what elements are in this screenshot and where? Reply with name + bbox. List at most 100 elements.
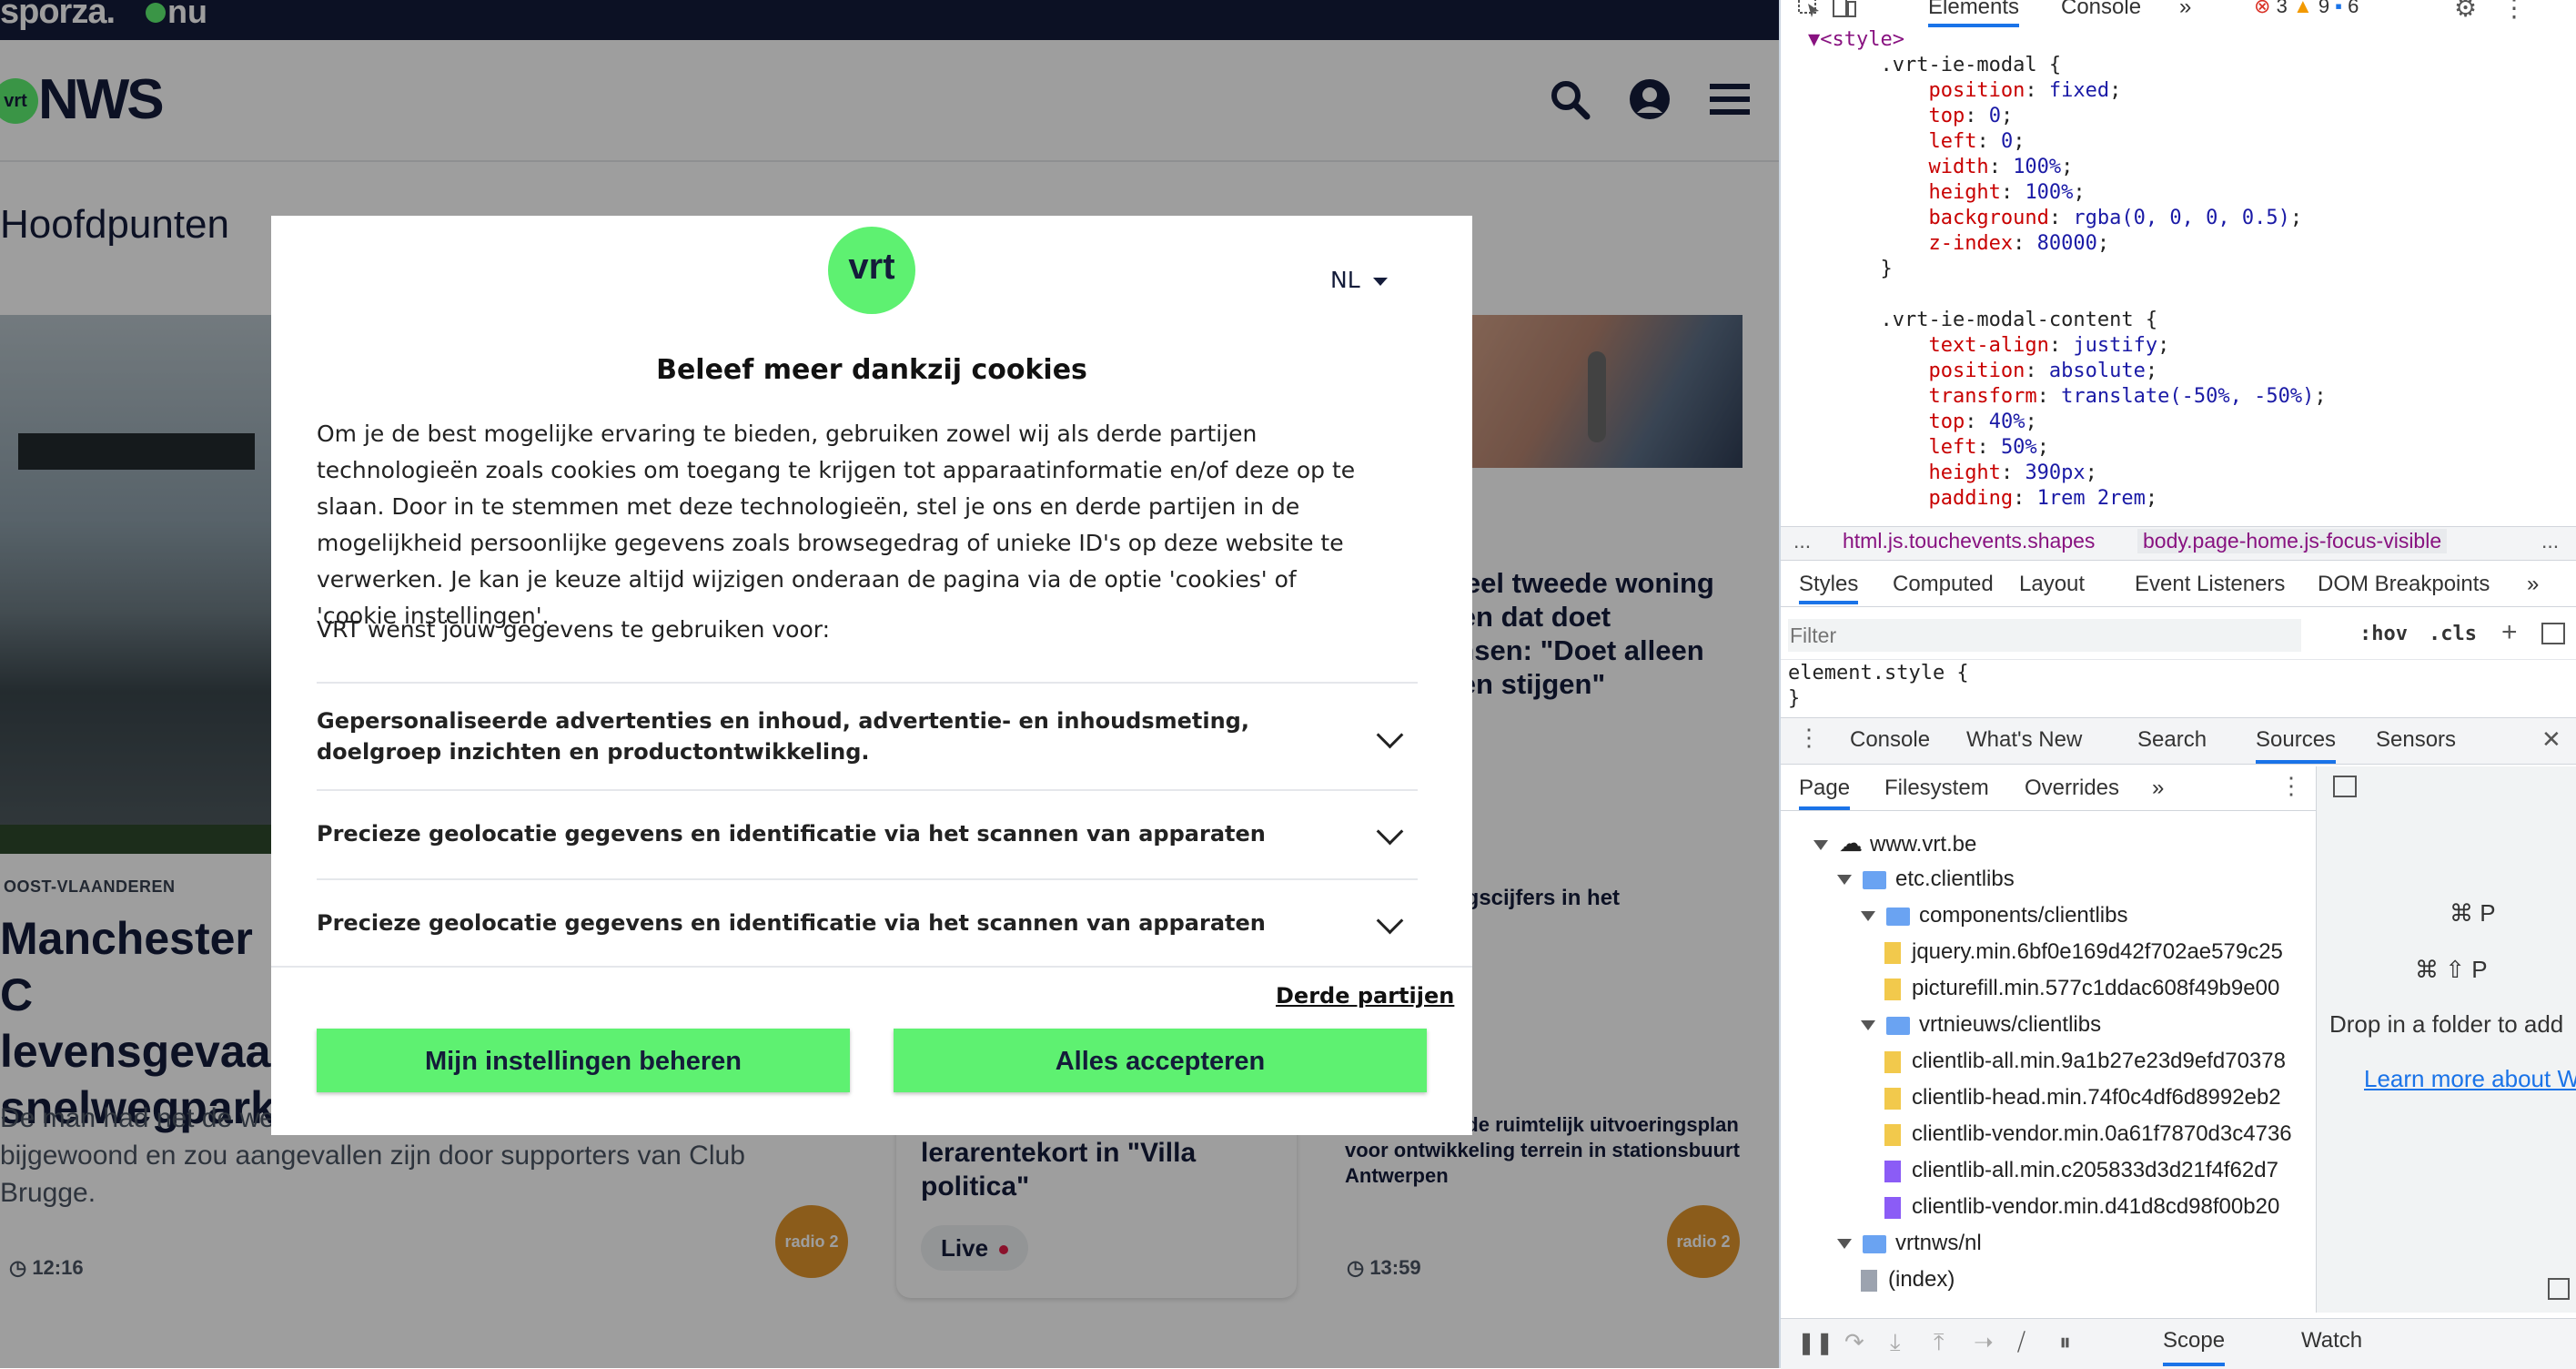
more-options-icon[interactable]: ⋮ xyxy=(2501,0,2527,23)
navigator-menu-icon[interactable]: ⋮ xyxy=(2279,772,2303,800)
breadcrumb-more[interactable]: ... xyxy=(2541,529,2559,553)
drawer-menu-icon[interactable]: ⋮ xyxy=(1797,724,1821,752)
more-tabs-button[interactable]: » xyxy=(2179,0,2191,20)
expand-triangle-icon[interactable] xyxy=(1837,1239,1852,1250)
step-icon[interactable]: ➝ xyxy=(1974,1328,1994,1356)
tree-item[interactable]: clientlib-vendor.min.0a61f7870d3c4736 xyxy=(1884,1116,2292,1152)
step-over-icon[interactable]: ↷ xyxy=(1844,1328,1864,1356)
expand-triangle-icon[interactable] xyxy=(1813,840,1828,851)
tab-scope[interactable]: Scope xyxy=(2163,1328,2226,1366)
tree-item[interactable]: clientlib-head.min.74f0c4df6d8992eb2 xyxy=(1884,1080,2281,1116)
tree-item[interactable]: clientlib-all.min.9a1b27e23d9efd70378 xyxy=(1884,1043,2286,1080)
expand-triangle-icon[interactable] xyxy=(1861,911,1875,922)
code-line[interactable]: position: fixed; xyxy=(1808,78,2327,104)
accordion-label: Gepersonaliseerde advertenties en inhoud… xyxy=(317,708,1249,765)
hover-state-toggle[interactable]: :hov xyxy=(2359,623,2408,645)
drawer-tab-search[interactable]: Search xyxy=(2137,727,2207,753)
chevron-down-icon[interactable] xyxy=(1376,721,1404,749)
drawer-tab-sensors[interactable]: Sensors xyxy=(2376,727,2456,753)
tree-item[interactable]: jquery.min.6bf0e169d42f702ae579c25 xyxy=(1884,934,2283,970)
class-toggle[interactable]: .cls xyxy=(2429,623,2477,645)
code-line[interactable]: top: 40%; xyxy=(1808,410,2327,435)
tab-elements[interactable]: Elements xyxy=(1928,0,2020,27)
device-toolbar-icon[interactable] xyxy=(1832,0,1857,18)
code-line[interactable]: left: 0; xyxy=(1808,129,2327,155)
expand-triangle-icon[interactable] xyxy=(1861,1020,1875,1031)
deactivate-breakpoints-icon[interactable]: ⧸ xyxy=(2017,1328,2025,1357)
accordion-label: Precieze geolocatie gegevens en identifi… xyxy=(317,910,1266,936)
code-line[interactable]: .vrt-ie-modal-content { xyxy=(1808,308,2327,333)
tree-item[interactable]: (index) xyxy=(1861,1262,1955,1298)
elements-source-code: ▼<style> .vrt-ie-modal { position: fixed… xyxy=(1808,27,2327,512)
expand-triangle-icon[interactable] xyxy=(1837,875,1852,886)
tab-filesystem[interactable]: Filesystem xyxy=(1884,776,1989,801)
step-into-icon[interactable]: ⤓ xyxy=(1890,1328,1901,1357)
styles-filter-input[interactable] xyxy=(1788,619,2301,652)
tree-item-label: clientlib-vendor.min.0a61f7870d3c4736 xyxy=(1912,1121,2292,1146)
step-out-icon[interactable]: ⤒ xyxy=(1934,1328,1945,1357)
tree-item[interactable]: vrtnieuws/clientlibs xyxy=(1861,1007,2101,1043)
tree-item[interactable]: clientlib-vendor.min.d41d8cd98f00b20 xyxy=(1884,1189,2279,1225)
code-line[interactable]: width: 100%; xyxy=(1808,155,2327,180)
code-line[interactable]: height: 100%; xyxy=(1808,180,2327,206)
tab-computed[interactable]: Computed xyxy=(1893,572,1994,597)
tab-dom-breakpoints[interactable]: DOM Breakpoints xyxy=(2318,572,2490,597)
code-line[interactable]: position: absolute; xyxy=(1808,359,2327,384)
more-tabs-button[interactable]: » xyxy=(2527,572,2539,597)
settings-gear-icon[interactable]: ⚙ xyxy=(2454,0,2477,23)
toggle-navigator-icon[interactable] xyxy=(2333,776,2357,797)
tab-event-listeners[interactable]: Event Listeners xyxy=(2135,572,2285,597)
error-count-badge[interactable]: ⊗ 3 ▲ 9 ▪ 6 xyxy=(2254,0,2359,18)
tab-console[interactable]: Console xyxy=(2061,0,2141,20)
tab-styles[interactable]: Styles xyxy=(1799,572,1859,604)
code-line[interactable]: top: 0; xyxy=(1808,104,2327,129)
tree-item-label: jquery.min.6bf0e169d42f702ae579c25 xyxy=(1912,939,2283,964)
more-tabs-button[interactable]: » xyxy=(2152,776,2164,801)
breadcrumb-body[interactable]: body.page-home.js-focus-visible xyxy=(2137,529,2448,553)
chevron-down-icon[interactable] xyxy=(1376,817,1404,846)
breadcrumb-ellipsis[interactable]: ... xyxy=(1793,529,1811,553)
pause-icon[interactable]: ❚❚ xyxy=(1797,1330,1834,1356)
pause-on-exceptions-icon[interactable]: ⏸ xyxy=(2059,1328,2071,1357)
breadcrumb-html[interactable]: html.js.touchevents.shapes xyxy=(1843,529,2095,553)
code-line[interactable]: padding: 1rem 2rem; xyxy=(1808,486,2327,512)
code-line[interactable]: left: 50%; xyxy=(1808,435,2327,461)
tree-item[interactable]: etc.clientlibs xyxy=(1837,861,2015,897)
tree-item[interactable]: components/clientlibs xyxy=(1861,897,2127,934)
code-line[interactable]: z-index: 80000; xyxy=(1808,231,2327,257)
tree-item[interactable]: ☁ www.vrt.be xyxy=(1813,825,1976,861)
drawer-tab-console[interactable]: Console xyxy=(1850,727,1930,753)
tab-layout[interactable]: Layout xyxy=(2019,572,2085,597)
code-line[interactable]: ▼<style> xyxy=(1808,27,2327,53)
toggle-debugger-icon[interactable] xyxy=(2548,1278,2570,1300)
tab-overrides[interactable]: Overrides xyxy=(2025,776,2119,801)
code-line[interactable]: background: rgba(0, 0, 0, 0.5); xyxy=(1808,206,2327,231)
third-parties-link[interactable]: Derde partijen xyxy=(1276,983,1454,1009)
code-line[interactable] xyxy=(1808,282,2327,308)
tab-watch[interactable]: Watch xyxy=(2301,1328,2362,1354)
drawer-tab-whats-new[interactable]: What's New xyxy=(1966,727,2082,753)
drawer-tab-sources[interactable]: Sources xyxy=(2256,727,2337,764)
accept-all-button[interactable]: Alles accepteren xyxy=(894,1029,1427,1092)
chevron-down-icon[interactable] xyxy=(1376,907,1404,935)
accordion-item-device-scan[interactable]: Precieze geolocatie gegevens en identifi… xyxy=(317,878,1418,968)
tree-item[interactable]: vrtnws/nl xyxy=(1837,1225,1982,1262)
language-select[interactable]: NL xyxy=(1330,267,1388,293)
inspect-element-icon[interactable] xyxy=(1797,0,1823,18)
tree-item[interactable]: clientlib-all.min.c205833d3d21f4f62d7 xyxy=(1884,1152,2278,1189)
code-line[interactable]: } xyxy=(1808,257,2327,282)
accordion-item-geolocation[interactable]: Precieze geolocatie gegevens en identifi… xyxy=(317,789,1418,880)
modal-title: Beleef meer dankzij cookies xyxy=(656,354,1087,386)
manage-settings-button[interactable]: Mijn instellingen beheren xyxy=(317,1029,850,1092)
accordion-item-personalised-ads[interactable]: Gepersonaliseerde advertenties en inhoud… xyxy=(317,682,1418,791)
learn-more-link[interactable]: Learn more about W xyxy=(2364,1065,2576,1093)
code-line[interactable]: transform: translate(-50%, -50%); xyxy=(1808,384,2326,410)
code-line[interactable]: text-align: justify; xyxy=(1808,333,2327,359)
code-line[interactable]: height: 390px; xyxy=(1808,461,2327,486)
tree-item[interactable]: picturefill.min.577c1ddac608f49b9e00 xyxy=(1884,970,2279,1007)
close-drawer-icon[interactable]: ✕ xyxy=(2541,725,2561,754)
tab-page[interactable]: Page xyxy=(1799,776,1851,810)
toggle-sidebar-icon[interactable] xyxy=(2541,623,2565,644)
new-style-rule-button[interactable]: + xyxy=(2501,617,2518,648)
code-line[interactable]: .vrt-ie-modal { xyxy=(1808,53,2327,78)
